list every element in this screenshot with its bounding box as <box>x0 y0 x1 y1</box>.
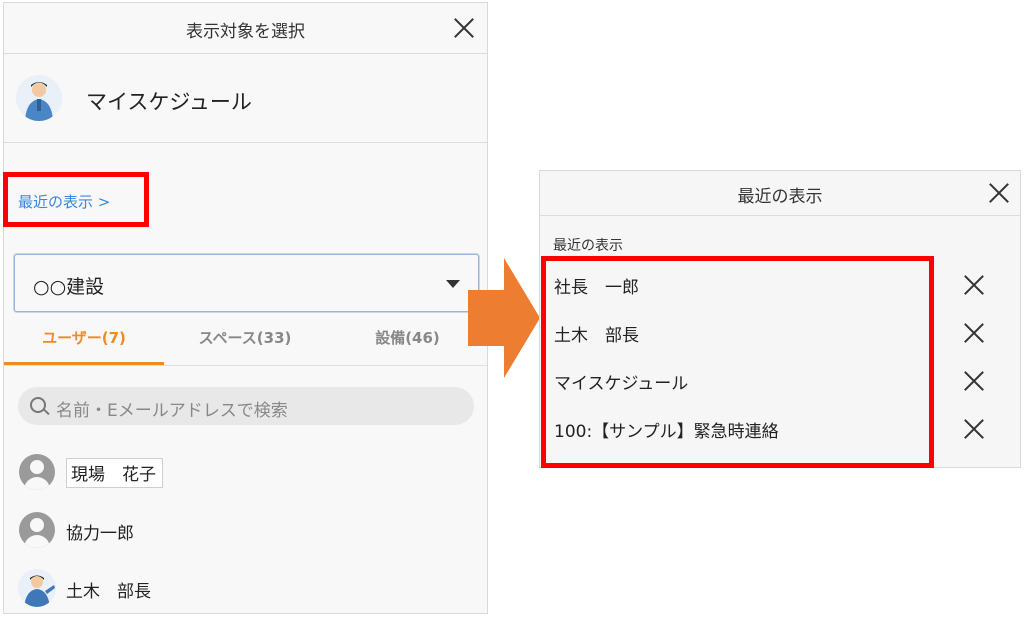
panel-title: 表示対象を選択 <box>186 22 305 42</box>
user-list-item[interactable]: 現場 花子 <box>4 447 487 497</box>
user-list-item[interactable]: 土木 部長 <box>4 563 487 613</box>
close-icon[interactable] <box>988 182 1010 204</box>
section-label: 最近の表示 <box>553 238 623 254</box>
user-list-item[interactable]: 協力一郎 <box>4 505 487 555</box>
user-icon <box>19 454 55 490</box>
remove-icon[interactable] <box>963 370 985 392</box>
highlight-box <box>3 172 149 227</box>
search-input[interactable]: 名前・Eメールアドレスで検索 <box>18 387 474 425</box>
search-icon <box>30 397 46 413</box>
tab-bar: ユーザー(7) スペース(33) 設備(46) <box>4 317 487 366</box>
highlight-box <box>541 256 934 468</box>
remove-icon[interactable] <box>963 322 985 344</box>
user-icon <box>19 512 55 548</box>
user-name: 協力一郎 <box>66 524 134 544</box>
my-schedule-item[interactable]: マイスケジュール <box>4 54 487 143</box>
tab-spaces[interactable]: スペース(33) <box>164 317 326 365</box>
avatar <box>18 569 56 607</box>
tab-users[interactable]: ユーザー(7) <box>4 317 164 365</box>
panel-header: 最近の表示 <box>540 171 1020 216</box>
tab-equipment[interactable]: 設備(46) <box>326 317 487 365</box>
remove-icon[interactable] <box>963 274 985 296</box>
close-icon[interactable] <box>453 17 475 39</box>
user-name: 現場 花子 <box>66 458 163 488</box>
remove-icon[interactable] <box>963 418 985 440</box>
avatar <box>16 75 62 121</box>
panel-header: 表示対象を選択 <box>4 3 487 54</box>
panel-title: 最近の表示 <box>737 187 823 207</box>
company-select-value: ○○建設 <box>33 276 105 298</box>
company-select[interactable]: ○○建設 <box>14 254 479 312</box>
select-target-panel: 表示対象を選択 マイスケジュール 最近の表示 > ○○建設 ユーザー(7) スペ… <box>3 2 488 614</box>
my-schedule-label: マイスケジュール <box>86 90 252 114</box>
user-name: 土木 部長 <box>66 582 151 602</box>
dropdown-caret-icon <box>446 280 460 288</box>
arrow-right-icon <box>468 258 540 378</box>
search-placeholder: 名前・Eメールアドレスで検索 <box>56 401 288 421</box>
